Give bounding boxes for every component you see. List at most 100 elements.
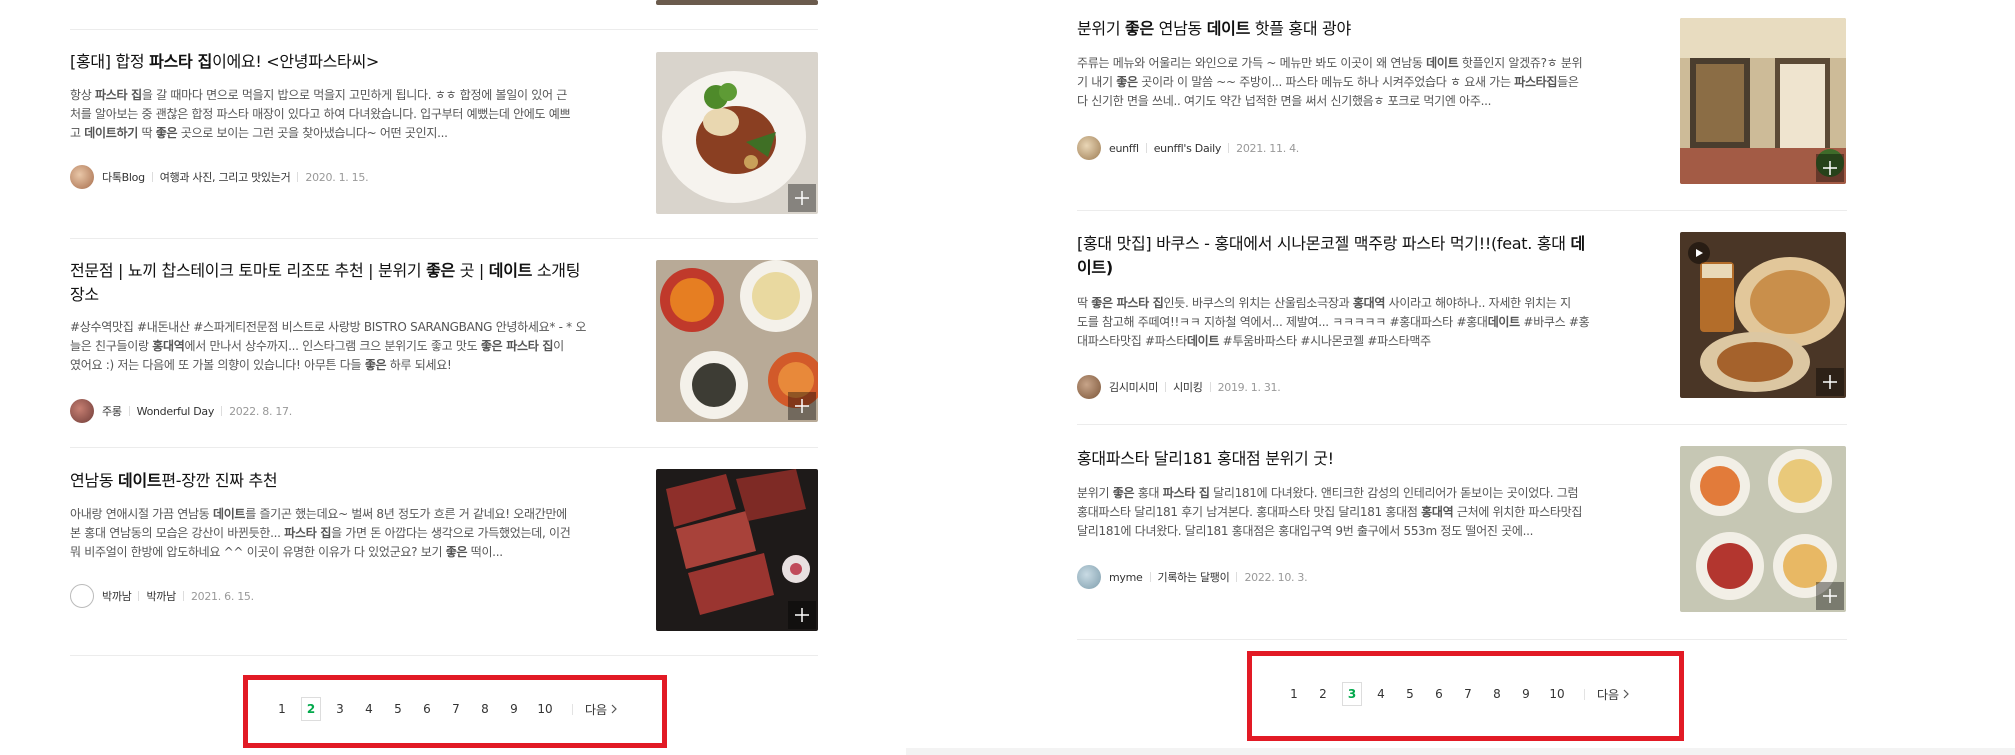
meta-separator [1149,572,1151,582]
snippet-text: 주류는 메뉴와 어울리는 와인으로 가득 ~ 메뉴만 봐도 이곳이 왜 연남동 [1077,56,1427,70]
plus-icon [1823,589,1837,603]
snippet-line: 분위기 좋은 홍대 파스타 집 달리181에 다녀왔다. 앤티크한 감성의 인테… [1077,484,1647,503]
add-to-collection-button[interactable] [1816,368,1844,396]
snippet-text: 핫플인지 알겠쥬?ㅎ 분위 [1458,56,1583,70]
result-title-link[interactable]: [홍대] 합정 파스타 집이에요! <안녕파스타씨> [70,50,379,74]
title-text: 핫플 홍대 광야 [1250,19,1351,38]
plus-icon [795,608,809,622]
meta-separator [1165,382,1167,392]
result-snippet[interactable]: 분위기 좋은 홍대 파스타 집 달리181에 다녀왔다. 앤티크한 감성의 인테… [1077,484,1647,541]
post-date: 2021. 6. 15. [190,589,254,603]
result-title-link[interactable]: 연남동 데이트편-장깐 진짜 추천 [70,469,278,493]
snippet-highlight: 파스타집 [1514,75,1558,89]
title-text: 이에요! <안녕파스타씨> [212,52,379,71]
previous-result-thumbnail[interactable] [656,0,818,5]
result-snippet[interactable]: 주류는 메뉴와 어울리는 와인으로 가득 ~ 메뉴만 봐도 이곳이 왜 연남동 … [1077,54,1647,111]
avatar[interactable] [70,584,94,608]
result-title-link[interactable]: 홍대파스타 달리181 홍대점 분위기 굿! [1077,447,1334,471]
meta-separator [1209,382,1211,392]
title-text: 분위기 [1077,19,1126,38]
avatar[interactable] [1077,565,1101,589]
snippet-text: 곳이라 이 말씀 ~~ 주방이... 파스타 메뉴도 하나 시켜주었습다 ㅎ 요… [1137,75,1515,89]
result-meta: eunffl eunffl's Daily 2021. 11. 4. [1077,135,1299,161]
result-snippet[interactable]: 아내랑 연애시절 가끔 연남동 데이트를 즐기곤 했는데요~ 벌써 8년 정도가… [70,505,630,562]
snippet-highlight: 홍대역 [152,339,185,353]
blog-name[interactable]: 기록하는 달팽이 [1158,569,1230,585]
add-to-collection-button[interactable] [788,392,816,420]
highlight-box [1247,651,1684,741]
snippet-highlight: 좋은 [445,545,468,559]
screenshot-canvas: [홍대] 합정 파스타 집이에요! <안녕파스타씨> 항상 파스타 집을 갈 때… [0,0,2015,755]
blog-name[interactable]: 시미킹 [1173,379,1203,395]
add-to-collection-button[interactable] [788,601,816,629]
steak-image[interactable] [656,469,818,631]
meta-separator [151,172,153,182]
snippet-highlight: 데이트하기 [84,126,138,140]
snippet-text: 달리181에 다녀왔다. 앤티크한 감성의 인테리어가 돋보이는 곳이었다. 그… [1209,486,1579,500]
result-snippet[interactable]: #상수역맛집 #내돈내산 #스파게티전문점 비스트로 사랑방 BISTRO SA… [70,318,630,375]
bottom-gray-strip [906,748,2015,755]
result-title-link[interactable]: 전문점 | 뇨끼 찹스테이크 토마토 리조또 추천 | 분위기 좋은 곳 | 데… [70,259,630,307]
snippet-text: 에서 만나서 상수까지... 인스타그램 크으 분위기도 좋고 맛도 [184,339,481,353]
restaurant-facade-image[interactable] [1680,18,1846,184]
author-name[interactable]: 김시미시미 [1109,379,1158,395]
meta-separator [297,172,299,182]
author-name[interactable]: 박까남 [102,588,132,604]
author-name[interactable]: eunffl [1109,142,1139,155]
snippet-highlight: 파스타 집 [284,526,332,540]
plus-icon [1823,161,1837,175]
post-date: 2019. 1. 31. [1217,380,1281,394]
search-result-item: [홍대 맛집] 바쿠스 - 홍대에서 시나몬코젤 맥주랑 파스타 먹기!!(fe… [1077,232,1645,402]
title-highlight: 좋은 [1125,19,1154,38]
result-title-link[interactable]: [홍대 맛집] 바쿠스 - 홍대에서 시나몬코젤 맥주랑 파스타 먹기!!(fe… [1077,232,1645,280]
result-meta: 김시미시미 시미킹 2019. 1. 31. [1077,374,1281,400]
snippet-text: 인듯. 바쿠스의 위치는 산울림소극장과 [1163,296,1353,310]
pasta-beer-video-image[interactable] [1680,232,1846,398]
title-line: 전문점 | 뇨끼 찹스테이크 토마토 리조또 추천 | 분위기 좋은 곳 | 데… [70,259,630,283]
snippet-text: 달리181에 다녀왔다. 달리181 홍대점은 홍대입구역 9번 출구에서 55… [1077,524,1534,538]
result-meta: myme 기록하는 달팽이 2022. 10. 3. [1077,564,1308,590]
dishes-table-image[interactable] [656,260,818,422]
snippet-highlight: 데이트 [1426,56,1459,70]
snippet-line: #상수역맛집 #내돈내산 #스파게티전문점 비스트로 사랑방 BISTRO SA… [70,318,630,337]
meta-separator [1145,143,1147,153]
title-highlight: 데이트 [118,471,162,490]
result-snippet[interactable]: 딱 좋은 파스타 집인듯. 바쿠스의 위치는 산울림소극장과 홍대역 사이라고 … [1077,294,1645,351]
snippet-text: 떡이... [467,545,503,559]
snippet-text: 사이라고 해야하나.. 자세한 위치는 지 [1385,296,1572,310]
blog-name[interactable]: 여행과 사진, 그리고 맛있는거 [160,169,291,185]
author-name[interactable]: 주롱 [102,403,122,419]
snippet-line: 다 신기한 면을 쓰네.. 여기도 약간 넙적한 면을 써서 신기했음ㅎ 포크로… [1077,92,1647,111]
result-meta: 다톡Blog 여행과 사진, 그리고 맛있는거 2020. 1. 15. [70,164,369,190]
result-divider [1077,210,1847,211]
add-to-collection-button[interactable] [788,184,816,212]
blog-name[interactable]: eunffl's Daily [1154,142,1222,155]
meta-separator [1228,143,1230,153]
avatar[interactable] [70,165,94,189]
snippet-text: 곳으로 보이는 그런 곳을 찾아냈습니다~ 어떤 곳인지... [177,126,448,140]
author-name[interactable]: 다톡Blog [102,169,145,185]
snippet-highlight: 홍대역 [1421,505,1454,519]
avatar[interactable] [1077,136,1101,160]
avatar[interactable] [70,399,94,423]
pasta-spread-image[interactable] [1680,446,1846,612]
avatar[interactable] [1077,375,1101,399]
title-text: 전문점 | 뇨끼 찹스테이크 토마토 리조또 추천 | 분위기 [70,261,427,280]
result-snippet[interactable]: 항상 파스타 집을 갈 때마다 면으로 먹을지 밥으로 먹을지 고민하게 됩니다… [70,86,630,143]
result-title-link[interactable]: 분위기 좋은 연남동 데이트 핫플 홍대 광야 [1077,17,1351,41]
search-result-item: 연남동 데이트편-장깐 진짜 추천 아내랑 연애시절 가끔 연남동 데이트를 즐… [70,469,630,639]
title-text: 소개팅 [532,261,581,280]
add-to-collection-button[interactable] [1816,582,1844,610]
blog-name[interactable]: 박까남 [146,588,176,604]
snippet-text: 뭐 비주얼이 한방에 압도하네요 ^^ 이곳이 유명한 이유가 다 있었군요? … [70,545,446,559]
play-video-button[interactable] [1688,242,1710,264]
snippet-line: 항상 파스타 집을 갈 때마다 면으로 먹을지 밥으로 먹을지 고민하게 됩니다… [70,86,630,105]
add-to-collection-button[interactable] [1816,154,1844,182]
search-result-item: 전문점 | 뇨끼 찹스테이크 토마토 리조또 추천 | 분위기 좋은 곳 | 데… [70,259,630,429]
search-result-item: 분위기 좋은 연남동 데이트 핫플 홍대 광야 주류는 메뉴와 어울리는 와인으… [1077,17,1647,187]
snippet-line: 늘은 친구들이랑 홍대역에서 만나서 상수까지... 인스타그램 크으 분위기도… [70,337,630,356]
snippet-text: 다 신기한 면을 쓰네.. 여기도 약간 넙적한 면을 써서 신기했음ㅎ 포크로… [1077,94,1492,108]
author-name[interactable]: myme [1109,571,1143,584]
blog-name[interactable]: Wonderful Day [137,405,215,418]
pasta-plate-image[interactable] [656,52,818,214]
